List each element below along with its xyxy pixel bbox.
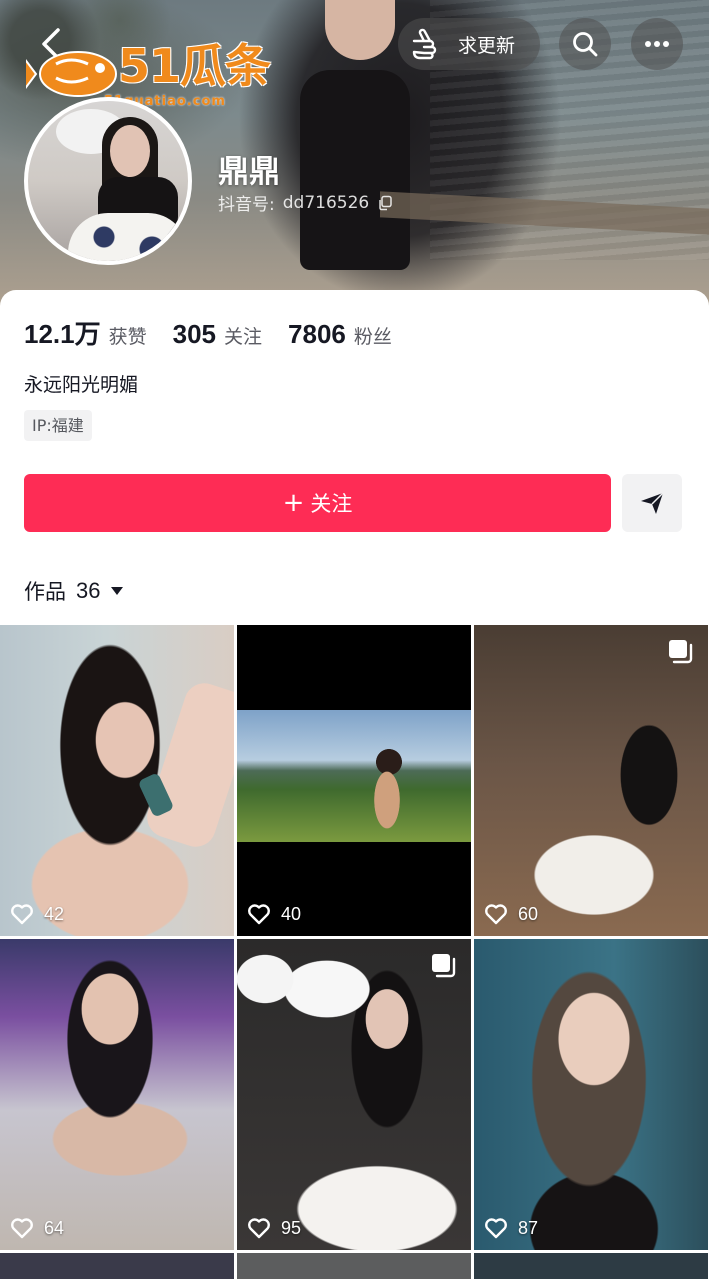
profile-nickname: 鼎鼎 <box>218 154 280 190</box>
like-count: 64 <box>10 1217 64 1239</box>
video-thumbnail[interactable] <box>237 1253 471 1279</box>
tab-works[interactable]: 作品 36 <box>24 576 124 606</box>
like-count-value: 95 <box>281 1217 302 1238</box>
stat-label: 获赞 <box>108 326 147 348</box>
stat-value: 305 <box>172 319 217 349</box>
video-thumbnail[interactable]: 87 <box>474 939 708 1250</box>
ip-location-tag: IP:福建 <box>24 410 92 441</box>
search-icon <box>573 32 598 57</box>
avatar-skirt <box>68 213 188 261</box>
cover-figure-dress <box>300 70 410 270</box>
stat-following[interactable]: 305 关注 <box>173 319 262 350</box>
thumbnail-arm <box>141 678 234 852</box>
like-count: 60 <box>484 903 538 925</box>
like-count-value: 42 <box>44 903 65 924</box>
tab-works-label: 作品 <box>24 580 66 604</box>
stat-value: 12.1万 <box>24 319 101 349</box>
more-horizontal-icon <box>645 41 669 47</box>
search-button[interactable] <box>559 18 611 70</box>
like-count-value: 87 <box>518 1217 539 1238</box>
plus-icon: + <box>282 488 305 518</box>
douyin-id-value: dd716526 <box>282 192 370 213</box>
pointing-hand-icon <box>412 28 437 60</box>
video-thumbnail[interactable]: 42 <box>0 625 234 936</box>
video-grid: 42 40 60 64 95 87 <box>0 625 709 1279</box>
image-album-icon <box>432 954 456 978</box>
watermark-text: 51瓜条 <box>118 39 271 93</box>
video-thumbnail[interactable]: 64 <box>0 939 234 1250</box>
video-thumbnail[interactable] <box>474 1253 708 1279</box>
video-thumbnail[interactable]: 60 <box>474 625 708 936</box>
video-thumbnail[interactable] <box>0 1253 234 1279</box>
video-thumbnail[interactable]: 40 <box>237 625 471 936</box>
thumbnail-landscape <box>237 710 471 842</box>
send-icon <box>641 492 664 514</box>
stat-followers[interactable]: 7806 粉丝 <box>288 319 392 350</box>
like-count-value: 60 <box>518 903 539 924</box>
tab-works-count: 36 <box>76 578 101 603</box>
video-thumbnail[interactable]: 95 <box>237 939 471 1250</box>
douyin-id-label: 抖音号: <box>218 195 275 215</box>
follow-label: 关注 <box>310 492 353 516</box>
like-count-value: 40 <box>281 903 302 924</box>
request-update-button[interactable]: 求更新 <box>398 18 540 70</box>
stat-label: 粉丝 <box>353 326 392 348</box>
avatar-face <box>110 125 150 177</box>
douyin-id-row[interactable]: 抖音号: dd716526 <box>218 190 393 215</box>
more-button[interactable] <box>631 18 683 70</box>
follow-button[interactable]: + 关注 <box>24 474 611 532</box>
request-update-label: 求更新 <box>458 34 516 57</box>
stats-row: 12.1万 获赞 305 关注 7806 粉丝 <box>24 314 418 351</box>
like-count: 40 <box>247 903 301 925</box>
cover-figure-head <box>325 0 395 60</box>
watermark-logo: 51瓜条 51guatiao.com <box>26 38 276 112</box>
heart-icon <box>485 1218 507 1239</box>
copy-icon[interactable] <box>377 195 393 211</box>
heart-icon <box>11 1218 33 1239</box>
caret-down-icon <box>111 587 124 595</box>
like-count: 87 <box>484 1217 538 1239</box>
like-count: 95 <box>247 1217 301 1239</box>
profile-bio: 永远阳光明媚 <box>24 374 139 396</box>
heart-icon <box>485 904 507 925</box>
heart-icon <box>248 904 270 925</box>
stat-likes[interactable]: 12.1万 获赞 <box>24 314 147 351</box>
stat-label: 关注 <box>224 326 263 348</box>
like-count-value: 64 <box>44 1217 65 1238</box>
heart-icon <box>248 1218 270 1239</box>
stat-value: 7806 <box>288 319 346 349</box>
avatar[interactable] <box>24 97 192 265</box>
like-count: 42 <box>10 903 64 925</box>
heart-icon <box>11 904 33 925</box>
image-album-icon <box>669 640 693 664</box>
share-button[interactable] <box>622 474 682 532</box>
